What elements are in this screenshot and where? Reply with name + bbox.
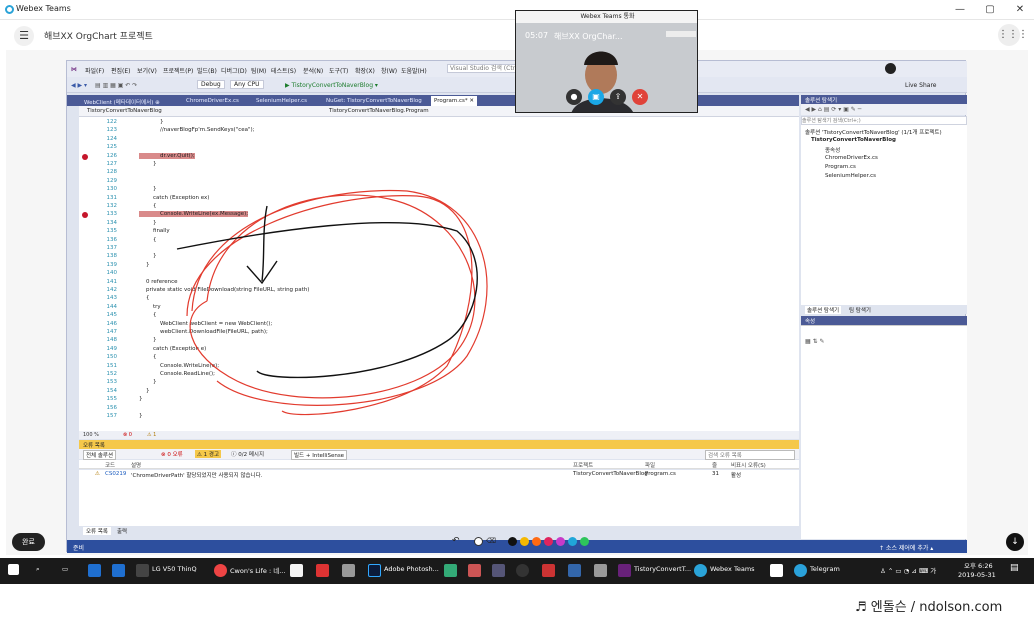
pen-color-swatch[interactable] [532,537,541,546]
hamburger-menu-icon[interactable]: ☰ [14,26,34,46]
pen-color-swatch[interactable] [568,537,577,546]
app-icon-green[interactable] [444,564,457,577]
minimize-button[interactable]: — [950,2,970,18]
telegram-icon[interactable] [794,564,807,577]
pen-color-swatch[interactable] [508,537,517,546]
pen-icon[interactable] [474,537,483,546]
taskbar-lg[interactable]: LG V50 ThinQ [152,565,197,573]
taskbar-telegram[interactable]: Telegram [810,565,840,573]
window-title: Webex Teams [16,4,71,13]
end-call-icon[interactable]: ✕ [632,89,648,105]
done-button[interactable]: 완료 [12,533,45,551]
windows-start-icon[interactable] [8,564,19,575]
task-view-icon[interactable]: ▭ [62,565,68,573]
edge-icon[interactable] [88,564,101,577]
app-icon-film[interactable] [542,564,555,577]
app-icon-grey[interactable] [342,564,355,577]
pen-color-swatch[interactable] [544,537,553,546]
taskbar-webex[interactable]: Webex Teams [710,565,755,573]
chrome-icon[interactable] [214,564,227,577]
windows-taskbar: ⌕ ▭ LG V50 ThinQ Cwon's Life : 네... Adob… [0,558,1034,584]
annotation-toolbar: ↶ ⌫ [446,532,589,552]
call-title: Webex Teams 통화 [516,11,697,23]
video-icon[interactable]: ▣ [588,89,604,105]
taskbar-date[interactable]: 2019-05-31 [958,571,996,579]
app-icon-paint[interactable] [468,564,481,577]
app-icon-folder[interactable] [594,564,607,577]
apps-grid-icon[interactable]: ⋮⋮⋮ [998,24,1028,46]
pen-color-swatch[interactable] [520,537,529,546]
mute-icon[interactable]: ● [566,89,582,105]
app-icon-circle[interactable] [516,564,529,577]
close-button[interactable]: ✕ [1010,2,1030,18]
lg-icon[interactable] [136,564,149,577]
eraser-icon[interactable]: ⌫ [486,537,496,546]
taskbar-photoshop[interactable]: Adobe Photosh... [384,565,439,573]
app-icon-blue[interactable] [568,564,581,577]
annotation-drawing [176,189,488,416]
taskbar-search-icon[interactable]: ⌕ [36,565,40,574]
pen-color-swatch[interactable] [556,537,565,546]
watermark: ♬ 엔돌슨 / ndolson.com [855,600,1003,615]
webex-logo-icon [5,5,14,14]
taskbar-time[interactable]: 오후 6:26 [964,560,993,570]
app-icon-white[interactable] [770,564,783,577]
pen-color-swatch[interactable] [580,537,589,546]
space-title: 해브XX OrgChart 프로젝트 [44,32,153,42]
scroll-down-icon[interactable]: ↓ [1006,533,1024,551]
shared-screen: ⋈ Visual Studio 검색 (Ctrl+Q) 파일(F) 편집(E) 보기… [66,60,967,553]
taskbar-chrome[interactable]: Cwon's Life : 네... [230,565,285,575]
webex-icon[interactable] [694,564,707,577]
call-name: 해브XX OrgChar... [554,32,623,41]
visual-studio-icon[interactable] [618,564,631,577]
undo-icon[interactable]: ↶ [452,537,461,546]
webex-call-window[interactable]: Webex Teams 통화 05:07 해브XX OrgChar... ● ▣… [515,10,698,113]
maximize-button[interactable]: ▢ [980,2,1000,18]
notification-icon[interactable]: ▤ [1010,563,1019,573]
call-time: 05:07 [525,31,549,40]
store-icon[interactable] [290,564,303,577]
share-icon[interactable]: ⇪ [610,89,626,105]
system-tray-icon[interactable]: ♙ ⌃ ▭ ◔ ⊿ ⌨ 가 [880,565,936,575]
app-icon-red[interactable] [316,564,329,577]
photoshop-icon[interactable] [368,564,381,577]
app-icon-dark[interactable] [492,564,505,577]
ie-icon[interactable] [112,564,125,577]
taskbar-vs[interactable]: TistoryConvertT... [634,565,691,573]
